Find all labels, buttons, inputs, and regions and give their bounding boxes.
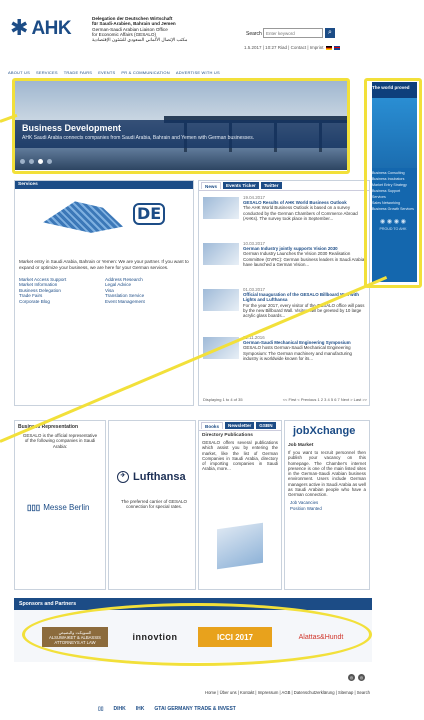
page: The world proved Business Consulting Bus… [0,0,424,720]
books-tabs: Books Newsletter GSBN [199,421,281,431]
news-body: 19.04.2017 GESALO Results of AHK World B… [243,195,367,221]
services-intro: Market entry in Saudi Arabia, Bahrain or… [19,259,189,270]
nav-item-services[interactable]: SERVICES [36,70,58,75]
news-pager[interactable]: << First < Previous 1 2 3 4 5 6 7 Next >… [283,397,367,402]
tab-news[interactable]: News [201,182,222,189]
news-text: The AHK World Business Outlook is based … [243,205,358,221]
search-input[interactable] [263,28,323,38]
tab-newsletter[interactable]: Newsletter [225,422,255,429]
english-flag-icon[interactable] [334,45,341,50]
services-graphic [43,201,123,233]
job-links: Job Vacancies Position Wanted [285,498,369,514]
news-thumbnail [203,289,239,311]
footer-social: ◎ ◎ [348,674,365,681]
dihk-logo[interactable]: DIHK [114,706,126,712]
footer-logos: ▯▯ DIHK IHK GTAI GERMANY TRADE & INVEST [98,706,236,712]
header-meta: 1.5.2017 | 10:27 Riad | Contact | Imprin… [244,45,341,50]
news-thumbnail [203,197,239,219]
books-box: Books Newsletter GSBN Directory Publicat… [198,420,282,590]
federal-ministry-logo[interactable]: ▯▯ [98,706,104,712]
service-link[interactable]: Corporate Blog [19,299,105,304]
nav-item-events[interactable]: EVENTS [98,70,115,75]
search-button[interactable]: ⌕ [325,28,335,38]
job-market-text: If you want to recruit personnel then pu… [288,450,366,498]
nav-item-advertise[interactable]: ADVERTISE WITH US [176,70,220,75]
search-icon: ⌕ [328,29,332,36]
business-representation-box: Business Representation GESALO is the of… [14,420,106,590]
news-body: 10.03.2017 German Industry jointly suppo… [243,241,367,267]
bizrep-text: GESALO is the official representative of… [22,433,98,449]
news-item[interactable]: 22.11.2016 German-Saudi Mechanical Engin… [203,335,367,375]
tab-gsbn[interactable]: GSBN [256,422,276,429]
books-title: Directory Publications [202,433,253,438]
news-count: Displaying 1 to 4 of 35 [203,397,243,402]
news-tabs: News Events Ticker Twitter [199,181,369,191]
jobxchange-box: jobXchange Job Market If you want to rec… [284,420,370,590]
news-body: 22.11.2016 German-Saudi Mechanical Engin… [243,335,367,361]
news-pagination: Displaying 1 to 4 of 35 << First < Previ… [203,397,367,402]
news-text: German Industry Launches the Vision 2030… [243,251,365,267]
gtai-logo[interactable]: GTAI GERMANY TRADE & INVEST [154,706,236,712]
services-links: Market Access Support Market Information… [19,277,191,304]
tab-twitter[interactable]: Twitter [260,182,282,189]
ad-highlight-frame [364,78,422,288]
crane-icon: ✈ [117,471,129,484]
messe-icon: ▯▯▯ [27,503,41,512]
tab-books[interactable]: Books [201,422,224,429]
messe-berlin-logo[interactable]: ▯▯▯ Messe Berlin [27,503,89,512]
print-icon[interactable]: ◎ [358,674,365,681]
footer-links[interactable]: Home | Über uns | Kontakt | Impressum | … [138,690,370,695]
news-item[interactable]: 10.03.2017 German Industry jointly suppo… [203,241,367,281]
ahk-logo[interactable]: ✱ AHK [10,16,72,41]
jobxchange-logo[interactable]: jobXchange [285,421,369,441]
lufthansa-name: Lufthansa [133,471,186,483]
share-icon[interactable]: ◎ [348,674,355,681]
messe-name: Messe Berlin [43,503,90,512]
position-wanted-link[interactable]: Position Wanted [290,506,364,512]
org-line-arabic: مكتب الإتصال الألماني السعودي للشئون الإ… [92,37,188,43]
search-label: Search [246,31,262,37]
nav-item-pr[interactable]: PR & COMMUNICATION [121,70,169,75]
news-item[interactable]: 19.04.2017 GESALO Results of AHK World B… [203,195,367,235]
services-title: Services [15,181,193,189]
ihk-logo[interactable]: IHK [136,706,145,712]
service-link[interactable]: Event Management [105,299,191,304]
banner-highlight-frame [12,78,350,174]
job-market-title: Job Market [288,443,314,448]
services-column: Address Research Legal Advice Visa Trans… [105,277,191,304]
publications-image[interactable] [217,522,263,570]
lufthansa-text: The preferred carrier of GESALO connecti… [120,499,188,510]
lufthansa-box: ✈ Lufthansa The preferred carrier of GESA… [108,420,196,590]
date-contact-links[interactable]: 1.5.2017 | 10:27 Riad | Contact | Imprin… [244,45,324,50]
news-thumbnail [203,243,239,265]
de-logo: DE [133,203,166,225]
news-text: GESALO hosts German-Saudi Mechanical Eng… [243,345,353,361]
lufthansa-logo[interactable]: ✈ Lufthansa [117,471,186,484]
main-navigation: ABOUT US SERVICES TRADE FAIRS EVENTS PR … [8,67,372,77]
organization-name: Delegation der Deutschen Wirtschaft für … [92,16,212,42]
brand-name: AHK [31,18,72,39]
german-flag-icon[interactable] [325,45,332,50]
nav-item-trade-fairs[interactable]: TRADE FAIRS [64,70,92,75]
services-column: Market Access Support Market Information… [19,277,105,304]
books-text: GESALO offers several publications which… [202,440,278,472]
palm-icon: ✱ [10,16,29,41]
sponsors-highlight-ellipse [22,603,372,666]
tab-events-ticker[interactable]: Events Ticker [223,182,259,189]
nav-item-about[interactable]: ABOUT US [8,70,30,75]
